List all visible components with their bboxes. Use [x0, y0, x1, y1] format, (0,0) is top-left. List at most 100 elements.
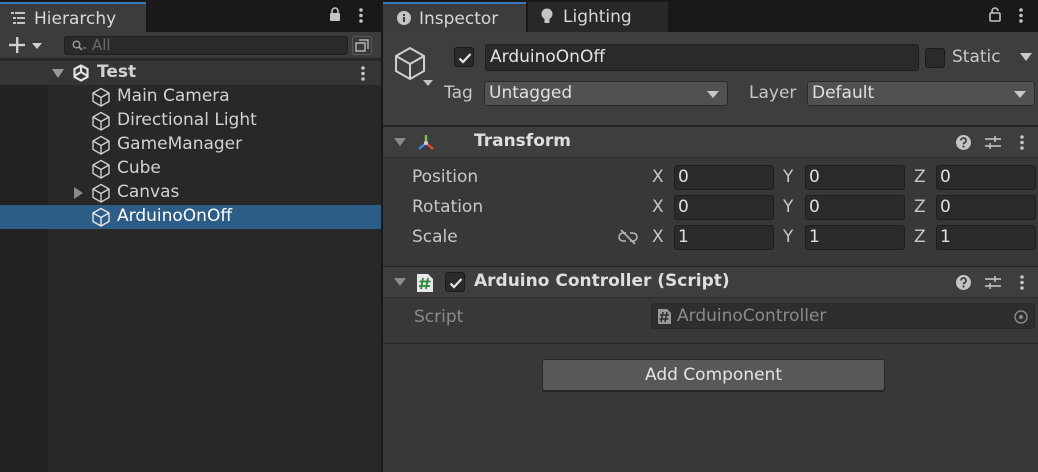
gameobject-cube-icon — [91, 87, 111, 107]
hierarchy-item-gamemanager[interactable]: GameManager — [0, 133, 381, 157]
tab-menu-icon[interactable] — [1019, 8, 1023, 23]
create-plus-icon[interactable] — [9, 37, 43, 53]
gameobject-header: ArduinoOnOff Static Tag Untagged Layer D… — [383, 32, 1038, 126]
presets-sliders-icon[interactable] — [985, 135, 1001, 150]
position-z-field[interactable]: 0 — [936, 165, 1036, 190]
hierarchy-item-canvas[interactable]: Canvas — [0, 181, 381, 205]
hierarchy-item-main-camera[interactable]: Main Camera — [0, 85, 381, 109]
gameobject-cube-icon — [91, 183, 111, 203]
static-dropdown-icon[interactable] — [1020, 53, 1032, 61]
axis-z-label[interactable]: Z — [914, 167, 926, 187]
rotation-z-field[interactable]: 0 — [936, 195, 1036, 220]
foldout-arrow-icon[interactable] — [394, 138, 406, 146]
hierarchy-item-label: ArduinoOnOff — [117, 206, 233, 226]
component-menu-icon[interactable] — [1020, 135, 1024, 150]
scale-x-field[interactable]: 1 — [674, 225, 774, 250]
component-menu-icon[interactable] — [1020, 275, 1024, 290]
gameobject-cube-icon — [91, 111, 111, 131]
help-icon[interactable] — [956, 275, 971, 290]
scale-y-value: 1 — [809, 227, 820, 247]
scale-z-value: 1 — [940, 227, 951, 247]
presets-sliders-icon[interactable] — [985, 275, 1001, 290]
axis-x-label[interactable]: X — [652, 197, 664, 217]
rotation-label: Rotation — [412, 197, 484, 217]
position-y-field[interactable]: 0 — [805, 165, 905, 190]
tab-hierarchy[interactable]: Hierarchy — [0, 2, 146, 32]
static-label: Static — [952, 47, 1001, 67]
hierarchy-search-input[interactable]: All — [64, 36, 348, 55]
search-placeholder: All — [92, 36, 111, 54]
rotation-x-field[interactable]: 0 — [674, 195, 774, 220]
lock-icon[interactable] — [329, 7, 341, 22]
gameobject-cube-icon[interactable] — [394, 46, 436, 88]
script-enabled-checkbox[interactable] — [445, 272, 465, 292]
static-checkbox[interactable] — [925, 48, 945, 68]
unity-scene-icon — [72, 64, 90, 82]
hierarchy-list-icon — [11, 12, 25, 24]
rotation-y-field[interactable]: 0 — [805, 195, 905, 220]
transform-title: Transform — [474, 131, 571, 151]
hierarchy-toolbar: All — [0, 32, 381, 59]
scale-y-field[interactable]: 1 — [805, 225, 905, 250]
position-x-value: 0 — [678, 167, 689, 187]
transform-component-header[interactable]: Transform — [383, 126, 1038, 158]
foldout-arrow-icon[interactable] — [394, 278, 406, 286]
layer-value: Default — [812, 83, 875, 103]
layer-dropdown[interactable]: Default — [807, 81, 1035, 106]
axis-z-label[interactable]: Z — [914, 227, 926, 247]
chevron-down-icon — [707, 91, 719, 98]
object-name-field[interactable]: ArduinoOnOff — [485, 44, 919, 71]
hierarchy-item-label: Directional Light — [117, 110, 257, 130]
help-icon[interactable] — [956, 135, 971, 150]
scale-label: Scale — [412, 227, 458, 247]
unlock-icon[interactable] — [989, 7, 1002, 22]
add-component-label: Add Component — [644, 365, 782, 385]
hierarchy-item-label: GameManager — [117, 134, 243, 154]
position-x-field[interactable]: 0 — [674, 165, 774, 190]
collapsed-arrow-icon[interactable] — [74, 187, 83, 199]
gameobject-cube-icon — [91, 135, 111, 155]
rotation-y-value: 0 — [809, 197, 820, 217]
tab-lighting-label: Lighting — [563, 7, 632, 27]
tag-dropdown[interactable]: Untagged — [484, 81, 728, 106]
scene-menu-icon[interactable] — [361, 66, 365, 81]
csharp-script-icon — [657, 308, 672, 325]
hierarchy-item-arduinoonoff[interactable]: ArduinoOnOff — [0, 205, 381, 229]
hierarchy-panel: Hierarchy All Test Main Camera Direction… — [0, 0, 381, 472]
tag-label: Tag — [444, 83, 473, 103]
expand-arrow-icon[interactable] — [52, 69, 64, 78]
script-component-title: Arduino Controller (Script) — [474, 271, 730, 291]
axis-y-label[interactable]: Y — [783, 227, 793, 247]
tab-inspector[interactable]: Inspector — [383, 2, 526, 32]
hierarchy-item-cube[interactable]: Cube — [0, 157, 381, 181]
lightbulb-icon — [541, 8, 553, 24]
component-separator — [383, 343, 1038, 344]
object-picker-icon[interactable] — [1014, 310, 1028, 324]
hierarchy-item-label: Canvas — [117, 182, 180, 202]
axis-z-label[interactable]: Z — [914, 197, 926, 217]
scale-z-field[interactable]: 1 — [936, 225, 1036, 250]
position-z-value: 0 — [940, 167, 951, 187]
add-component-button[interactable]: Add Component — [542, 359, 885, 391]
hierarchy-item-label: Main Camera — [117, 86, 230, 106]
active-checkbox[interactable] — [454, 47, 474, 67]
axis-x-label[interactable]: X — [652, 227, 664, 247]
transform-axes-icon — [416, 133, 436, 153]
tab-menu-icon[interactable] — [359, 8, 363, 23]
axis-x-label[interactable]: X — [652, 167, 664, 187]
tag-value: Untagged — [489, 83, 573, 103]
inspector-panel: Inspector Lighting ArduinoOnOff Static T… — [383, 0, 1038, 472]
position-label: Position — [412, 167, 479, 187]
script-component-header[interactable]: Arduino Controller (Script) — [383, 266, 1038, 298]
axis-y-label[interactable]: Y — [783, 197, 793, 217]
scene-visibility-icon[interactable] — [352, 36, 372, 55]
tab-hierarchy-label: Hierarchy — [34, 9, 117, 29]
layer-label: Layer — [749, 83, 797, 103]
hierarchy-item-directional-light[interactable]: Directional Light — [0, 109, 381, 133]
axis-y-label[interactable]: Y — [783, 167, 793, 187]
rotation-x-value: 0 — [678, 197, 689, 217]
tab-lighting[interactable]: Lighting — [528, 2, 668, 32]
constrain-proportions-link-icon[interactable] — [618, 229, 638, 245]
scene-row[interactable]: Test — [0, 61, 381, 85]
hierarchy-item-label: Cube — [117, 158, 161, 178]
